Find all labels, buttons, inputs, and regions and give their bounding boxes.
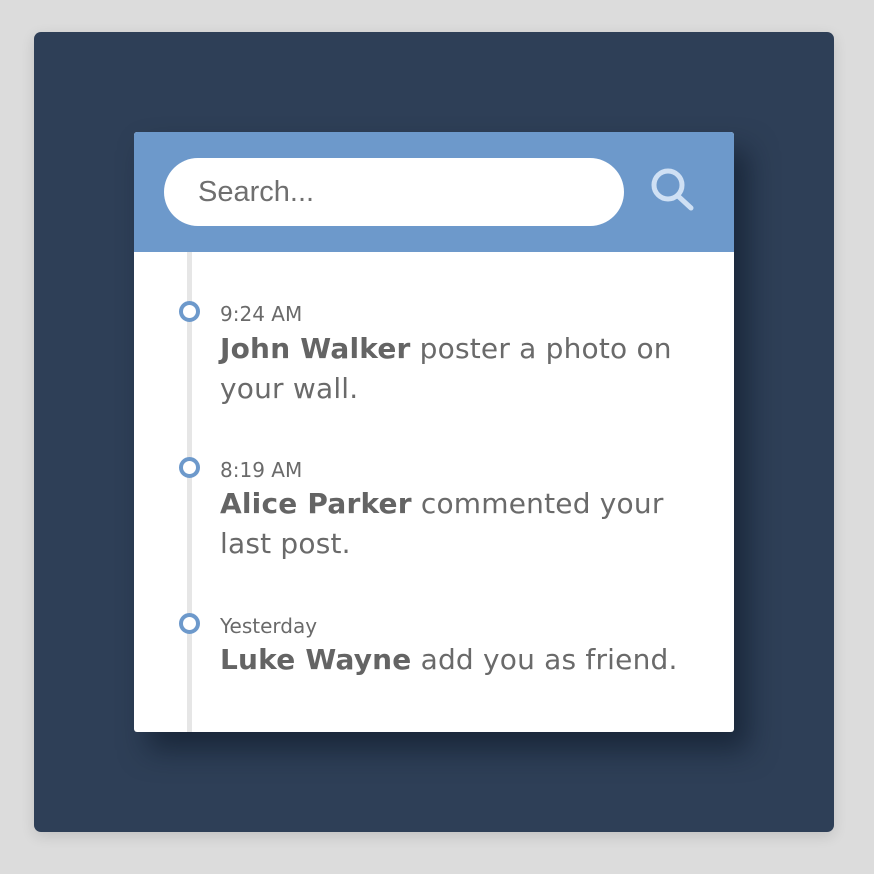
entry-time: Yesterday <box>220 614 318 638</box>
activity-timeline: 9:24 AM John Walker poster a photo on yo… <box>134 252 734 732</box>
entry-user-name: Luke Wayne <box>220 643 412 676</box>
entry-time: 8:19 AM <box>220 458 303 482</box>
search-header <box>134 132 734 252</box>
entry-user-name: John Walker <box>220 332 411 365</box>
timeline-line <box>187 252 192 732</box>
timeline-dot <box>179 613 200 634</box>
activity-widget: 9:24 AM John Walker poster a photo on yo… <box>134 132 734 732</box>
search-input[interactable] <box>164 158 624 226</box>
timeline-dot <box>179 457 200 478</box>
entry-text: Luke Wayne add you as friend. <box>220 640 690 680</box>
entry-user-name: Alice Parker <box>220 487 412 520</box>
timeline-dot <box>179 301 200 322</box>
entry-text: John Walker poster a photo on your wall. <box>220 329 690 409</box>
search-icon <box>651 168 694 211</box>
entry-action: add you as friend. <box>420 643 678 676</box>
entry-text: Alice Parker commented your last post. <box>220 484 690 564</box>
search-button[interactable] <box>648 166 700 218</box>
entry-time: 9:24 AM <box>220 302 303 326</box>
